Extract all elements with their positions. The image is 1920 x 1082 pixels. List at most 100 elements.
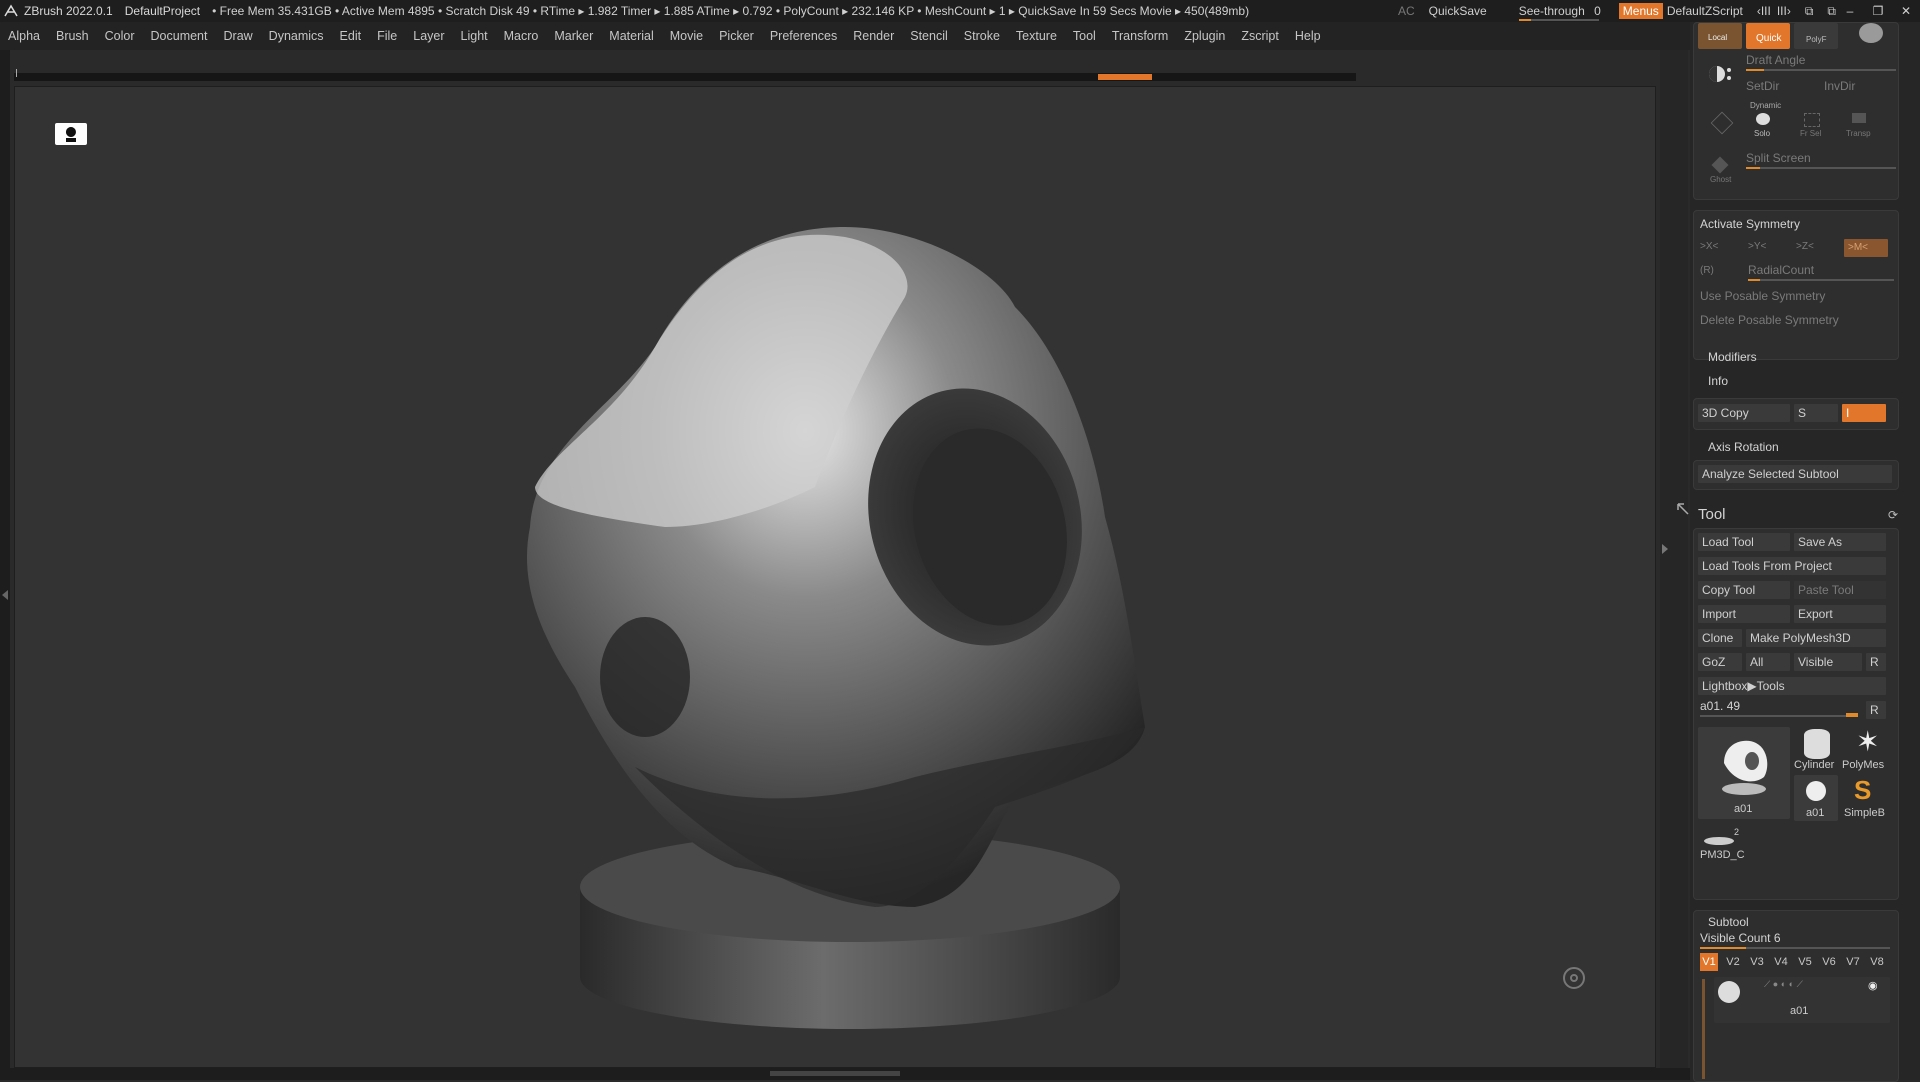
visible-count-slider[interactable] <box>1700 947 1890 949</box>
layout-left-icon[interactable]: ‹III <box>1757 4 1771 18</box>
split-screen-label[interactable]: Split Screen <box>1746 151 1811 165</box>
menu-macro[interactable]: Macro <box>496 29 547 43</box>
mirror-icon[interactable] <box>1708 65 1734 83</box>
restore-icon[interactable]: ❐ <box>1864 4 1892 18</box>
quicksave-button[interactable]: QuickSave <box>1429 4 1487 18</box>
menu-draw[interactable]: Draw <box>216 29 261 43</box>
subtool-scrollbar[interactable] <box>1702 979 1705 1079</box>
draft-angle-slider[interactable] <box>1746 69 1896 71</box>
ac-button[interactable]: AC <box>1398 4 1415 18</box>
timeline-track[interactable] <box>14 69 1356 81</box>
symmetry-m-button[interactable]: >M< <box>1844 239 1888 257</box>
tab-v7[interactable]: V7 <box>1844 953 1862 971</box>
clone-button[interactable]: Clone <box>1698 629 1742 647</box>
menu-preferences[interactable]: Preferences <box>762 29 845 43</box>
invdir-button[interactable]: InvDir <box>1824 79 1855 93</box>
subtool-item-toggle-icons[interactable]: ⟋ ● ◐ ◐ ⟋ <box>1764 979 1803 990</box>
tab-v3[interactable]: V3 <box>1748 953 1766 971</box>
document-canvas[interactable] <box>14 86 1656 1068</box>
right-tray-arrow-icon[interactable] <box>1662 544 1668 554</box>
current-tool-slider-knob[interactable] <box>1846 713 1858 717</box>
minimize-icon[interactable]: – <box>1836 4 1864 18</box>
use-posable-symmetry-button[interactable]: Use Posable Symmetry <box>1700 289 1825 303</box>
close-icon[interactable]: ✕ <box>1892 4 1920 18</box>
radial-r-button[interactable]: (R) <box>1700 265 1714 276</box>
radial-count-slider[interactable] <box>1748 279 1894 281</box>
menu-stroke[interactable]: Stroke <box>956 29 1008 43</box>
menu-alpha[interactable]: Alpha <box>0 29 48 43</box>
menu-edit[interactable]: Edit <box>332 29 370 43</box>
info-header[interactable]: Info <box>1708 374 1728 388</box>
menu-dynamics[interactable]: Dynamics <box>261 29 332 43</box>
tab-v6[interactable]: V6 <box>1820 953 1838 971</box>
menu-movie[interactable]: Movie <box>662 29 711 43</box>
frsel-button[interactable]: Fr Sel <box>1794 109 1828 141</box>
paste-tool-button[interactable]: Paste Tool <box>1794 581 1886 599</box>
setdir-button[interactable]: SetDir <box>1746 79 1779 93</box>
goz-visible-button[interactable]: Visible <box>1794 653 1862 671</box>
tab-v5[interactable]: V5 <box>1796 953 1814 971</box>
bottom-tray-handle[interactable] <box>770 1071 900 1076</box>
tool-refresh-icon[interactable]: ⟳ <box>1888 508 1898 522</box>
goz-all-button[interactable]: All <box>1746 653 1790 671</box>
window-stack-icon[interactable]: ⧉ <box>1805 4 1814 19</box>
load-tools-from-project-button[interactable]: Load Tools From Project <box>1698 557 1886 575</box>
tool-thumb-pm3d[interactable]: 2 PM3D_C <box>1698 825 1758 865</box>
menu-render[interactable]: Render <box>845 29 902 43</box>
local-button[interactable]: Local <box>1698 23 1742 49</box>
copy3d-i-button[interactable]: I <box>1842 404 1886 422</box>
menu-brush[interactable]: Brush <box>48 29 97 43</box>
menu-transform[interactable]: Transform <box>1104 29 1177 43</box>
see-through-slider[interactable]: See-through 0 <box>1501 4 1605 21</box>
symmetry-x-button[interactable]: >X< <box>1700 241 1718 252</box>
menu-document[interactable]: Document <box>143 29 216 43</box>
menu-material[interactable]: Material <box>601 29 661 43</box>
sphere-icon[interactable] <box>1859 23 1883 43</box>
menu-help[interactable]: Help <box>1287 29 1329 43</box>
sculpt-model[interactable] <box>15 87 1656 1068</box>
rotation-gizmo-icon[interactable] <box>1563 967 1585 989</box>
layout-right-icon[interactable]: III› <box>1777 4 1791 18</box>
ghost-button[interactable]: Ghost <box>1706 156 1736 189</box>
menus-toggle[interactable]: Menus <box>1618 3 1663 19</box>
solo-button[interactable]: Solo <box>1746 109 1780 141</box>
right-tray-strip[interactable] <box>1660 50 1688 1068</box>
split-screen-slider[interactable] <box>1746 167 1896 169</box>
menu-picker[interactable]: Picker <box>711 29 762 43</box>
copy-tool-button[interactable]: Copy Tool <box>1698 581 1790 599</box>
menu-marker[interactable]: Marker <box>546 29 601 43</box>
current-tool-r-button[interactable]: R <box>1866 701 1886 719</box>
transp-button[interactable]: Transp <box>1842 109 1876 141</box>
goz-button[interactable]: GoZ <box>1698 653 1742 671</box>
menu-stencil[interactable]: Stencil <box>902 29 956 43</box>
goz-r-button[interactable]: R <box>1866 653 1886 671</box>
left-tray-strip[interactable] <box>0 50 10 1068</box>
import-button[interactable]: Import <box>1698 605 1790 623</box>
modifiers-header[interactable]: Modifiers <box>1708 350 1757 364</box>
tool-thumb-a01-small[interactable]: a01 <box>1794 775 1838 821</box>
quick-button[interactable]: Quick <box>1746 23 1790 49</box>
menu-color[interactable]: Color <box>97 29 143 43</box>
tool-palette-title[interactable]: Tool <box>1698 506 1726 523</box>
delete-posable-symmetry-button[interactable]: Delete Posable Symmetry <box>1700 313 1839 327</box>
subtool-header[interactable]: Subtool <box>1708 915 1749 929</box>
timeline-marker[interactable] <box>1098 74 1152 80</box>
make-polymesh3d-button[interactable]: Make PolyMesh3D <box>1746 629 1886 647</box>
tool-thumb-polymesh[interactable]: ✶ PolyMes <box>1842 727 1892 773</box>
load-tool-button[interactable]: Load Tool <box>1698 533 1790 551</box>
menu-light[interactable]: Light <box>453 29 496 43</box>
tab-v8[interactable]: V8 <box>1868 953 1886 971</box>
symmetry-z-button[interactable]: >Z< <box>1796 241 1814 252</box>
tab-v2[interactable]: V2 <box>1724 953 1742 971</box>
menu-file[interactable]: File <box>369 29 405 43</box>
tool-thumb-a01[interactable]: a01 <box>1698 727 1790 819</box>
current-tool-slider[interactable] <box>1700 715 1858 717</box>
tab-v1[interactable]: V1 <box>1700 953 1718 971</box>
copy3d-button[interactable]: 3D Copy <box>1698 404 1790 422</box>
export-button[interactable]: Export <box>1794 605 1886 623</box>
tool-thumb-simpleb[interactable]: S SimpleB <box>1842 775 1892 821</box>
window-copy-icon[interactable]: ⧉ <box>1827 4 1836 19</box>
menu-zscript[interactable]: Zscript <box>1233 29 1287 43</box>
axis-rotation-header[interactable]: Axis Rotation <box>1708 440 1779 454</box>
polyf-button[interactable]: PolyF <box>1794 23 1838 49</box>
